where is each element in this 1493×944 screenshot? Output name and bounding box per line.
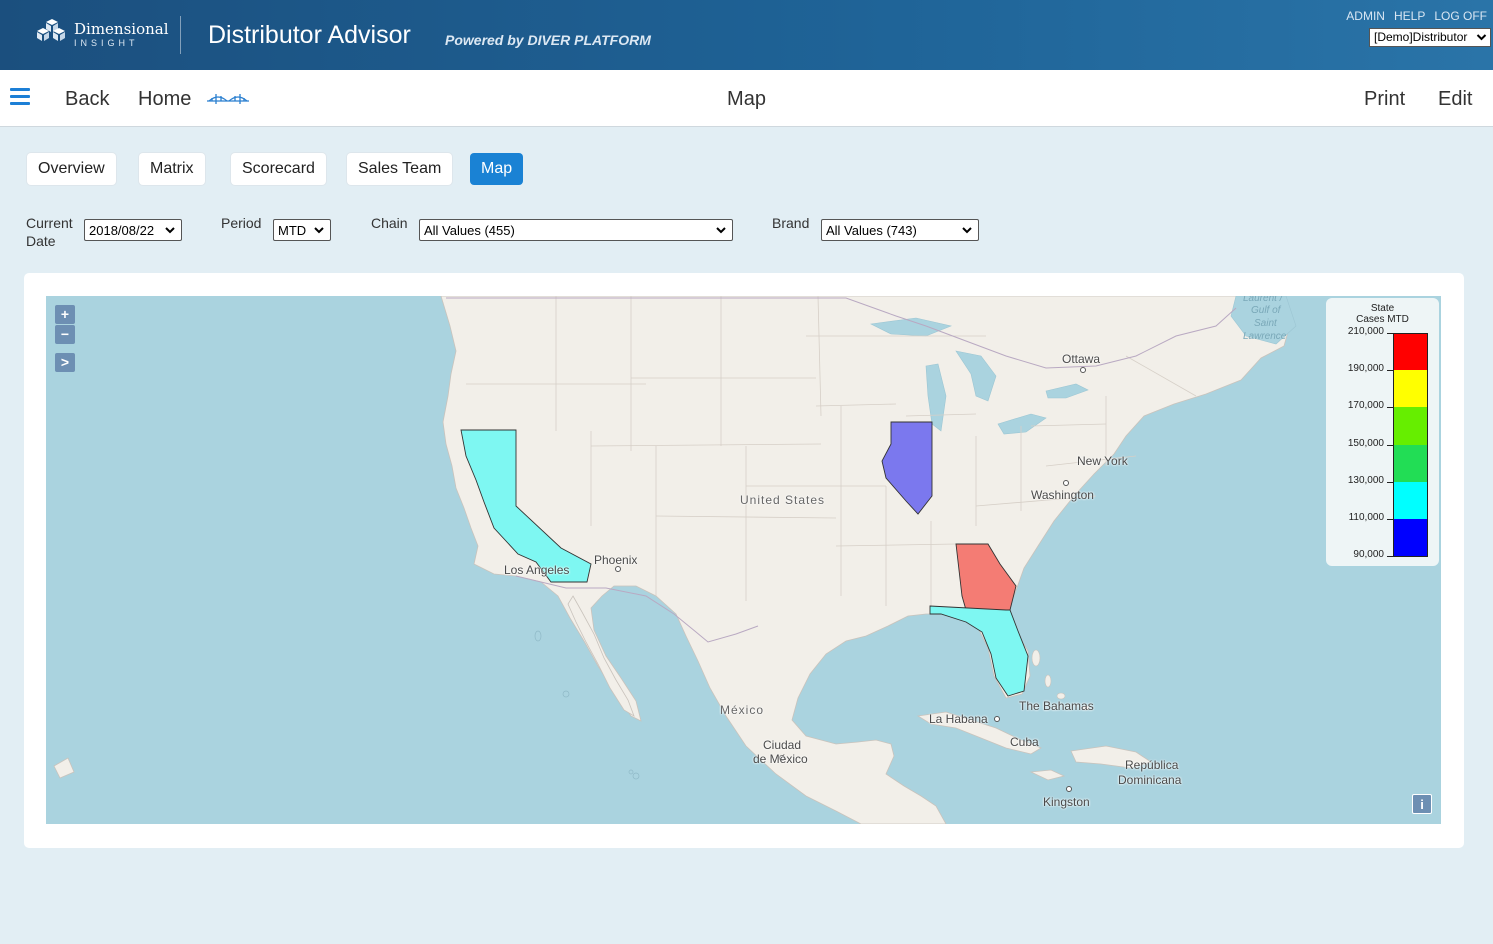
chevron-down-icon — [961, 222, 973, 238]
legend-title: State Cases MTD — [1326, 303, 1439, 325]
brand-label: Brand — [772, 215, 810, 231]
map-label-ottawa: Ottawa — [1062, 352, 1101, 366]
top-banner: Dimensional INSIGHT Distributor Advisor … — [0, 0, 1493, 70]
map-label-mexico: México — [720, 703, 765, 717]
legend-title-line2: Cases MTD — [1356, 314, 1409, 325]
expand-panel-button[interactable]: > — [55, 353, 75, 372]
legend-tick-label: 110,000 — [1348, 512, 1384, 523]
help-link[interactable]: HELP — [1394, 9, 1425, 23]
legend-tick-mark — [1387, 481, 1393, 483]
legend-tick-mark — [1387, 333, 1393, 334]
period-label: Period — [221, 215, 262, 231]
map-label-gulf-2: Gulf of — [1251, 305, 1281, 316]
current-date-label-line2: Date — [26, 233, 56, 249]
admin-link[interactable]: ADMIN — [1346, 9, 1385, 23]
menu-icon[interactable] — [10, 88, 30, 105]
header-divider — [180, 16, 181, 54]
chevron-down-icon — [313, 222, 325, 238]
tab-scorecard[interactable]: Scorecard — [231, 153, 326, 185]
back-button[interactable]: Back — [65, 88, 109, 111]
map-label-mexico-city-1: Ciudad — [763, 738, 802, 752]
tab-matrix[interactable]: Matrix — [139, 153, 205, 185]
legend-color-segment — [1393, 481, 1428, 520]
legend-tick-mark — [1387, 519, 1393, 520]
legend-tick-label: 190,000 — [1347, 363, 1384, 375]
powered-by-text: Powered by DIVER PLATFORM — [445, 32, 651, 48]
legend-title-line1: State — [1370, 303, 1395, 314]
logo-wordmark: Dimensional — [74, 20, 169, 38]
legend-color-segment — [1393, 519, 1428, 557]
legend-color-segment — [1393, 444, 1428, 483]
basemap — [53, 296, 1297, 824]
map-label-gulf-4: Lawrence — [1243, 331, 1287, 342]
zoom-in-button[interactable]: + — [55, 305, 75, 324]
state-florida[interactable] — [929, 605, 1029, 697]
map-label-new-york: New York — [1077, 454, 1128, 468]
tab-overview[interactable]: Overview — [27, 153, 116, 185]
brand-value: All Values (743) — [826, 223, 917, 238]
current-date-value: 2018/08/22 — [89, 223, 155, 238]
period-value: MTD — [278, 223, 307, 238]
chain-label: Chain — [371, 215, 408, 231]
brand-select[interactable]: All Values (743) — [821, 219, 979, 241]
map-label-gulf-1: Laurent / — [1243, 296, 1283, 304]
chain-value: All Values (455) — [424, 223, 515, 238]
map-label-los-angeles: Los Angeles — [504, 563, 570, 577]
chevron-down-icon — [715, 222, 727, 238]
map-legend: State Cases MTD 210,000 190,000 170,000 150… — [1326, 298, 1439, 566]
legend-tick-label: 170,000 — [1347, 400, 1384, 412]
legend-color-segment — [1393, 407, 1428, 446]
logoff-link[interactable]: LOG OFF — [1434, 9, 1487, 23]
legend-tick-label: 90,000 — [1353, 549, 1384, 561]
tab-sales-team[interactable]: Sales Team — [347, 153, 453, 185]
zoom-out-button[interactable]: − — [55, 325, 75, 344]
map-view[interactable]: Laurent / Gulf of Saint Lawrence Ottawa … — [46, 296, 1441, 824]
legend-tick-mark — [1387, 407, 1393, 409]
tenant-select-value: [Demo]Distributor — [1374, 30, 1468, 44]
map-label-mexico-city-2: de México — [753, 752, 808, 766]
period-select[interactable]: MTD — [273, 219, 331, 241]
map-label-kingston: Kingston — [1043, 795, 1090, 809]
legend-color-segment — [1393, 333, 1428, 371]
current-date-label-line1: Current — [26, 215, 73, 231]
legend-tick-label: 130,000 — [1347, 474, 1384, 486]
app-title: Distributor Advisor — [208, 21, 411, 49]
map-label-dominicana-2: Dominicana — [1118, 773, 1182, 787]
info-button[interactable]: i — [1412, 794, 1432, 814]
map-label-la-habana: La Habana — [929, 712, 988, 726]
cube-logo-icon — [37, 19, 65, 41]
map-label-gulf-3: Saint — [1254, 318, 1277, 329]
legend-tick-mark — [1387, 556, 1393, 558]
dimensional-insight-logo: Dimensional INSIGHT — [34, 18, 169, 52]
current-date-label: Current Date — [26, 214, 73, 250]
chain-select[interactable]: All Values (455) — [419, 219, 733, 241]
map-label-washington: Washington — [1031, 488, 1094, 502]
nav-bar: Back Home Map Print Edit — [0, 70, 1493, 127]
home-button[interactable]: Home — [138, 88, 191, 111]
legend-color-segment — [1393, 370, 1428, 408]
chevron-down-icon — [1476, 29, 1487, 45]
logo-subtext: INSIGHT — [74, 38, 139, 48]
map-label-united-states: United States — [740, 493, 826, 507]
map-label-bahamas: The Bahamas — [1019, 699, 1094, 713]
top-links: ADMIN HELP LOG OFF — [1346, 9, 1487, 23]
edit-button[interactable]: Edit — [1438, 88, 1472, 111]
map-label-dominicana-1: República — [1125, 758, 1179, 772]
map-label-phoenix: Phoenix — [594, 553, 638, 567]
legend-tick-label: 150,000 — [1347, 437, 1384, 449]
legend-tick-mark — [1387, 444, 1393, 446]
chevron-down-icon — [164, 222, 176, 238]
legend-tick-label: 210,000 — [1347, 326, 1384, 337]
print-button[interactable]: Print — [1364, 88, 1405, 111]
current-date-select[interactable]: 2018/08/22 — [84, 219, 182, 241]
legend-tick-mark — [1387, 370, 1393, 372]
tab-map[interactable]: Map — [470, 153, 524, 185]
map-label-cuba: Cuba — [1010, 735, 1039, 749]
bridge-icon[interactable] — [207, 90, 249, 106]
tenant-select[interactable]: [Demo]Distributor — [1369, 28, 1491, 47]
